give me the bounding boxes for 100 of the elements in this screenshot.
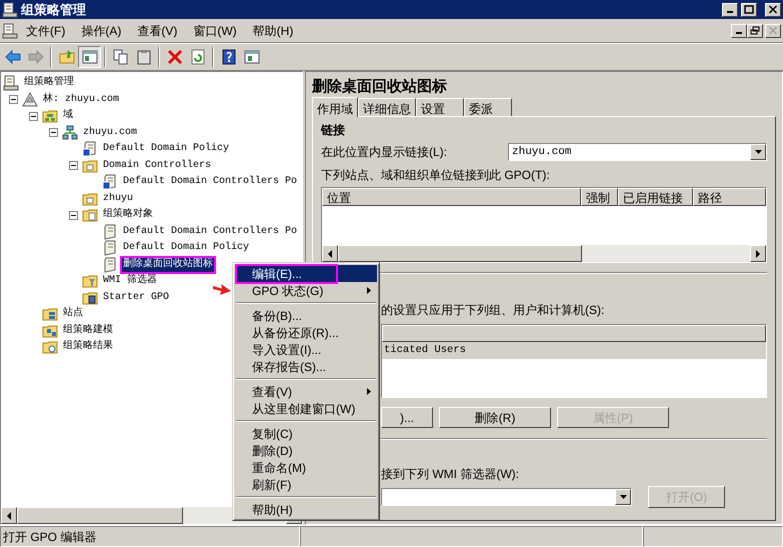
collapse-icon[interactable] bbox=[49, 128, 58, 138]
close-icon bbox=[768, 26, 778, 35]
tree-item[interactable]: 林: zhuyu.com bbox=[42, 92, 120, 107]
app-icon bbox=[2, 2, 18, 18]
dropdown-arrow-icon bbox=[620, 495, 626, 499]
document-folder-icon bbox=[82, 207, 98, 224]
menu-item[interactable]: 文件(F) bbox=[18, 22, 74, 40]
minimize-button[interactable] bbox=[731, 24, 747, 38]
folder-icon bbox=[82, 158, 98, 174]
context-menu-item[interactable]: 编辑(E)... bbox=[235, 265, 377, 282]
menu-item[interactable]: 操作(A) bbox=[73, 22, 130, 40]
section-heading: 链接 bbox=[321, 122, 346, 139]
submenu-arrow-icon bbox=[367, 388, 371, 395]
tab[interactable]: 设置 bbox=[416, 98, 464, 116]
context-menu-item[interactable]: 删除(D) bbox=[235, 442, 377, 459]
context-menu-item[interactable]: GPO 状态(G) bbox=[235, 282, 377, 299]
document-icon bbox=[102, 224, 118, 240]
scroll-left-icon bbox=[328, 250, 332, 258]
links-list[interactable]: 位置 强制 已启用链接 路径 bbox=[321, 187, 767, 263]
column-header[interactable] bbox=[382, 325, 766, 342]
tree-item[interactable]: 组策略建模 bbox=[62, 324, 114, 338]
maximize-icon bbox=[744, 5, 754, 14]
tree-item[interactable]: Default Domain Controllers Po bbox=[122, 224, 298, 239]
location-dropdown[interactable]: zhuyu.com bbox=[508, 143, 767, 161]
tree-item[interactable]: Starter GPO bbox=[102, 290, 170, 305]
column-header[interactable]: 位置 bbox=[322, 188, 581, 206]
context-menu-item[interactable]: 导入设置(I)... bbox=[235, 341, 377, 358]
scroll-right-icon bbox=[756, 250, 760, 258]
wmi-filter-dropdown[interactable] bbox=[381, 488, 632, 506]
close-button[interactable] bbox=[765, 24, 781, 38]
tree-item[interactable]: Default Domain Policy bbox=[102, 142, 230, 156]
column-header[interactable]: 已启用链接 bbox=[618, 188, 693, 206]
shortcut-document-icon bbox=[102, 174, 118, 190]
tree-item[interactable]: 组策略结果 bbox=[62, 340, 114, 354]
collapse-icon[interactable] bbox=[69, 210, 78, 220]
network-icon bbox=[62, 124, 78, 141]
field-label: 的设置只应用于下列组、用户和计算机(S): bbox=[381, 302, 606, 319]
report-folder-icon bbox=[42, 339, 58, 356]
tree-item[interactable]: Default Domain Policy bbox=[122, 241, 250, 256]
field-label: 在此位置内显示链接(L): bbox=[321, 144, 448, 161]
collapse-icon[interactable] bbox=[69, 161, 78, 170]
list-row[interactable]: ticated Users bbox=[382, 342, 766, 359]
tree-item[interactable]: 站点 bbox=[62, 307, 84, 322]
field-label: 接到下列 WMI 筛选器(W): bbox=[381, 466, 520, 483]
network-folder-icon bbox=[42, 108, 58, 124]
field-label: 下列站点、域和组织单位链接到此 GPO(T): bbox=[321, 167, 551, 184]
tree-item[interactable]: 组策略管理 bbox=[23, 76, 75, 90]
context-menu-item[interactable]: 帮助(H) bbox=[235, 501, 377, 518]
tree-item[interactable]: zhuyu bbox=[102, 192, 134, 206]
filter-folder-icon bbox=[82, 273, 98, 290]
scroll-left-icon bbox=[6, 512, 12, 520]
context-menu-item[interactable]: 复制(C) bbox=[235, 425, 377, 442]
menu-item[interactable]: 帮助(H) bbox=[244, 22, 302, 40]
context-menu-item[interactable]: 查看(V) bbox=[235, 383, 377, 400]
context-menu-item[interactable]: 保存报告(S)... bbox=[235, 358, 377, 375]
context-menu-item[interactable]: 从这里创建窗口(W) bbox=[235, 400, 377, 417]
network-folder-icon bbox=[42, 322, 58, 339]
tab[interactable]: 详细信息 bbox=[358, 98, 416, 116]
pointer-arrow bbox=[213, 283, 231, 296]
column-header[interactable]: 强制 bbox=[581, 188, 618, 206]
context-menu-item[interactable]: 备份(B)... bbox=[235, 307, 377, 324]
show-tree-button[interactable] bbox=[78, 46, 101, 68]
context-menu-item[interactable]: 刷新(F) bbox=[235, 476, 377, 493]
collapse-icon[interactable] bbox=[29, 112, 38, 121]
tab[interactable]: 委派 bbox=[464, 98, 512, 116]
context-menu-item[interactable]: 重命名(M) bbox=[235, 459, 377, 476]
tree-item[interactable]: 域 bbox=[62, 109, 74, 124]
dialog-button[interactable]: 删除(R) bbox=[439, 407, 551, 428]
submenu-arrow-icon bbox=[367, 287, 371, 294]
horizontal-scrollbar[interactable] bbox=[322, 245, 766, 262]
maximize-button[interactable] bbox=[741, 2, 757, 16]
app-icon bbox=[2, 22, 18, 38]
close-icon bbox=[768, 5, 778, 14]
tree-item[interactable]: zhuyu.com bbox=[82, 126, 138, 140]
tree-item[interactable]: WMI 筛选器 bbox=[102, 274, 158, 288]
column-header[interactable]: 路径 bbox=[693, 188, 766, 206]
shortcut-document-icon bbox=[82, 141, 98, 158]
restore-button[interactable] bbox=[747, 24, 763, 38]
details-title: 删除桌面回收站图标 bbox=[312, 77, 448, 96]
window-title: 组策略管理 bbox=[21, 0, 87, 19]
menu-item[interactable]: 窗口(W) bbox=[185, 22, 245, 40]
folder-icon bbox=[82, 190, 98, 207]
tree-item[interactable]: Domain Controllers bbox=[102, 158, 212, 173]
collapse-icon[interactable] bbox=[9, 95, 18, 104]
context-menu-item[interactable]: 从备份还原(R)... bbox=[235, 324, 377, 341]
menu-item[interactable]: 查看(V) bbox=[129, 22, 186, 40]
tab[interactable]: 作用域 bbox=[312, 97, 358, 117]
dropdown-arrow-icon bbox=[754, 150, 762, 154]
tree-item[interactable]: 组策略对象 bbox=[102, 208, 154, 222]
close-button[interactable] bbox=[765, 2, 781, 16]
tree-item[interactable]: Default Domain Controllers Po bbox=[122, 175, 298, 190]
triangle-icon bbox=[22, 92, 38, 108]
sites-folder-icon bbox=[42, 306, 58, 322]
document-icon bbox=[102, 240, 118, 256]
security-list[interactable]: ticated Users bbox=[381, 324, 767, 398]
document-folder-icon bbox=[82, 290, 98, 306]
minimize-button[interactable] bbox=[722, 2, 738, 16]
tree-item[interactable]: 删除桌面回收站图标 bbox=[122, 258, 214, 272]
status-bar: 打开 GPO 编辑器 bbox=[0, 526, 300, 547]
dialog-button[interactable]: )... bbox=[381, 407, 433, 428]
